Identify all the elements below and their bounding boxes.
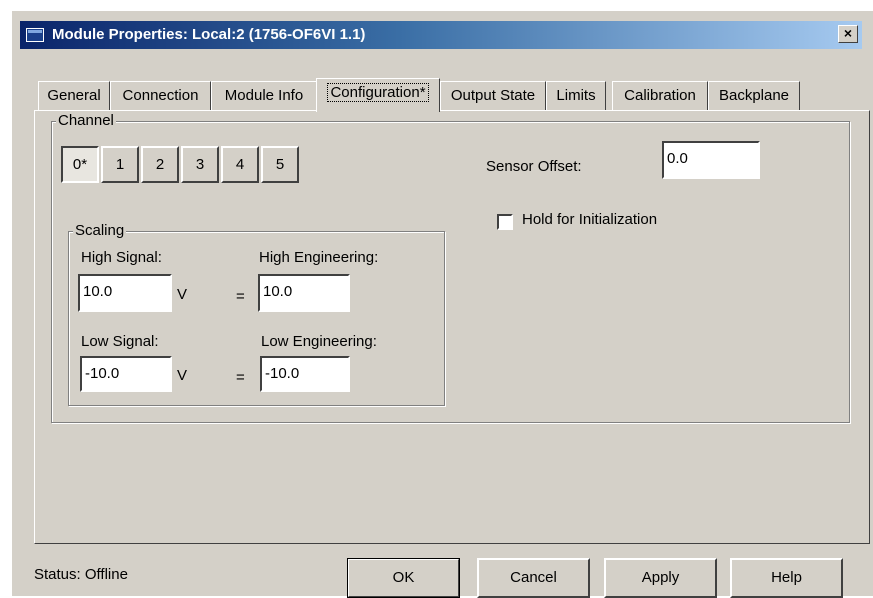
channel-button-4[interactable]: 4: [221, 146, 259, 183]
tab-module-info[interactable]: Module Info: [211, 81, 317, 111]
ok-button[interactable]: OK: [347, 558, 460, 598]
high-signal-label: High Signal:: [81, 249, 162, 266]
tab-limits[interactable]: Limits: [546, 81, 606, 111]
channel-button-2[interactable]: 2: [141, 146, 179, 183]
tab-calibration[interactable]: Calibration: [612, 81, 708, 111]
sensor-offset-field[interactable]: 0.0: [662, 141, 760, 179]
high-signal-unit: V: [177, 286, 188, 303]
high-engineering-field[interactable]: 10.0: [258, 274, 350, 312]
channel-group-label: Channel: [56, 112, 116, 129]
channel-button-5[interactable]: 5: [261, 146, 299, 183]
high-signal-field[interactable]: 10.0: [78, 274, 172, 312]
title-bar: Module Properties: Local:2 (1756-OF6VI 1…: [20, 21, 862, 49]
tab-connection[interactable]: Connection: [110, 81, 211, 111]
tab-general[interactable]: General: [38, 81, 110, 111]
low-signal-unit: V: [177, 367, 188, 384]
hold-for-initialization-checkbox[interactable]: [497, 214, 513, 230]
sensor-offset-label: Sensor Offset:: [486, 158, 582, 175]
high-engineering-label: High Engineering:: [259, 249, 379, 266]
hold-for-initialization-label: Hold for Initialization: [522, 211, 658, 228]
status-text: Status: Offline: [34, 566, 128, 583]
module-properties-dialog: Module Properties: Local:2 (1756-OF6VI 1…: [11, 10, 873, 598]
low-signal-field[interactable]: -10.0: [80, 356, 172, 392]
tab-output-state[interactable]: Output State: [440, 81, 546, 111]
low-engineering-label: Low Engineering:: [261, 333, 377, 350]
window-icon: [26, 28, 44, 42]
channel-button-0[interactable]: 0*: [61, 146, 99, 183]
cancel-button[interactable]: Cancel: [477, 558, 590, 598]
close-icon: ×: [843, 25, 853, 41]
tab-backplane[interactable]: Backplane: [708, 81, 800, 111]
channel-button-3[interactable]: 3: [181, 146, 219, 183]
channel-button-1[interactable]: 1: [101, 146, 139, 183]
low-equals-sign: =: [236, 369, 245, 386]
scaling-group-label: Scaling: [73, 222, 127, 239]
window-title: Module Properties: Local:2 (1756-OF6VI 1…: [52, 26, 366, 43]
apply-button[interactable]: Apply: [604, 558, 717, 598]
low-engineering-field[interactable]: -10.0: [260, 356, 350, 392]
close-button[interactable]: ×: [838, 25, 858, 43]
low-signal-label: Low Signal:: [81, 333, 159, 350]
tab-configuration[interactable]: Configuration*: [316, 78, 440, 112]
high-equals-sign: =: [236, 288, 245, 305]
help-button[interactable]: Help: [730, 558, 843, 598]
